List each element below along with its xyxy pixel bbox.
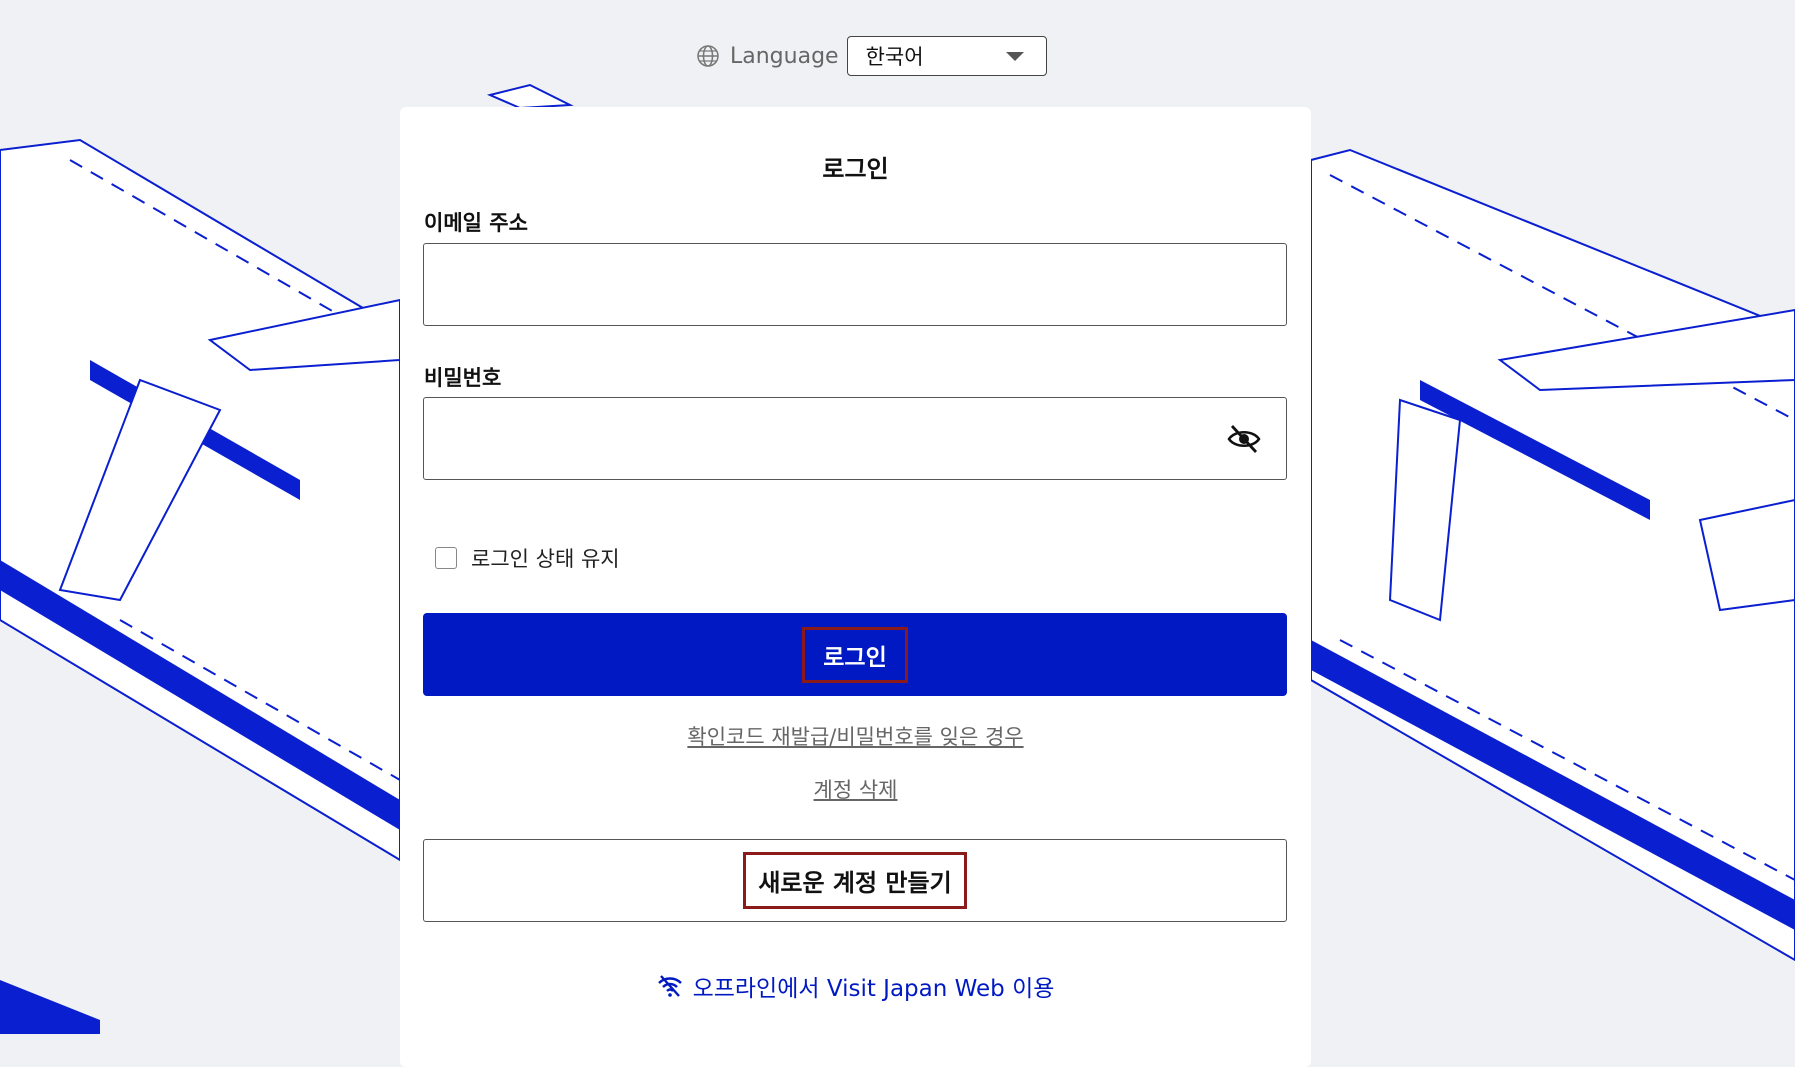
chevron-down-icon: [1005, 51, 1024, 61]
eye-off-icon[interactable]: [1226, 421, 1262, 457]
login-button[interactable]: 로그인: [423, 613, 1287, 696]
forgot-password-row: 확인코드 재발급/비밀번호를 잊은 경우: [400, 721, 1311, 751]
email-label: 이메일 주소: [424, 211, 528, 235]
language-label: Language: [730, 43, 839, 69]
create-account-label: 새로운 계정 만들기: [743, 852, 967, 909]
language-select[interactable]: 한국어: [846, 36, 1047, 76]
language-selector-bar: Language 한국어: [696, 34, 1047, 78]
offline-link[interactable]: 오프라인에서 Visit Japan Web 이용: [400, 969, 1311, 1003]
password-field[interactable]: [423, 397, 1287, 480]
wifi-off-icon: [657, 975, 682, 997]
remember-label: 로그인 상태 유지: [471, 547, 620, 571]
delete-account-link[interactable]: 계정 삭제: [814, 778, 898, 802]
remember-me[interactable]: 로그인 상태 유지: [435, 543, 620, 573]
delete-account-row: 계정 삭제: [400, 774, 1311, 804]
language-selected-value: 한국어: [865, 45, 924, 69]
create-account-button[interactable]: 새로운 계정 만들기: [423, 839, 1287, 922]
page-title: 로그인: [822, 155, 889, 183]
remember-checkbox[interactable]: [435, 547, 457, 569]
email-field[interactable]: [423, 243, 1287, 326]
globe-icon: [697, 45, 719, 67]
login-button-label: 로그인: [802, 626, 908, 683]
password-label: 비밀번호: [424, 366, 502, 390]
offline-label: 오프라인에서 Visit Japan Web 이용: [692, 976, 1055, 1002]
forgot-password-link[interactable]: 확인코드 재발급/비밀번호를 잊은 경우: [687, 725, 1023, 749]
login-card: 로그인 이메일 주소 비밀번호 로그인 상태 유지 로그인 확인코드 재발급/비…: [400, 107, 1311, 1067]
